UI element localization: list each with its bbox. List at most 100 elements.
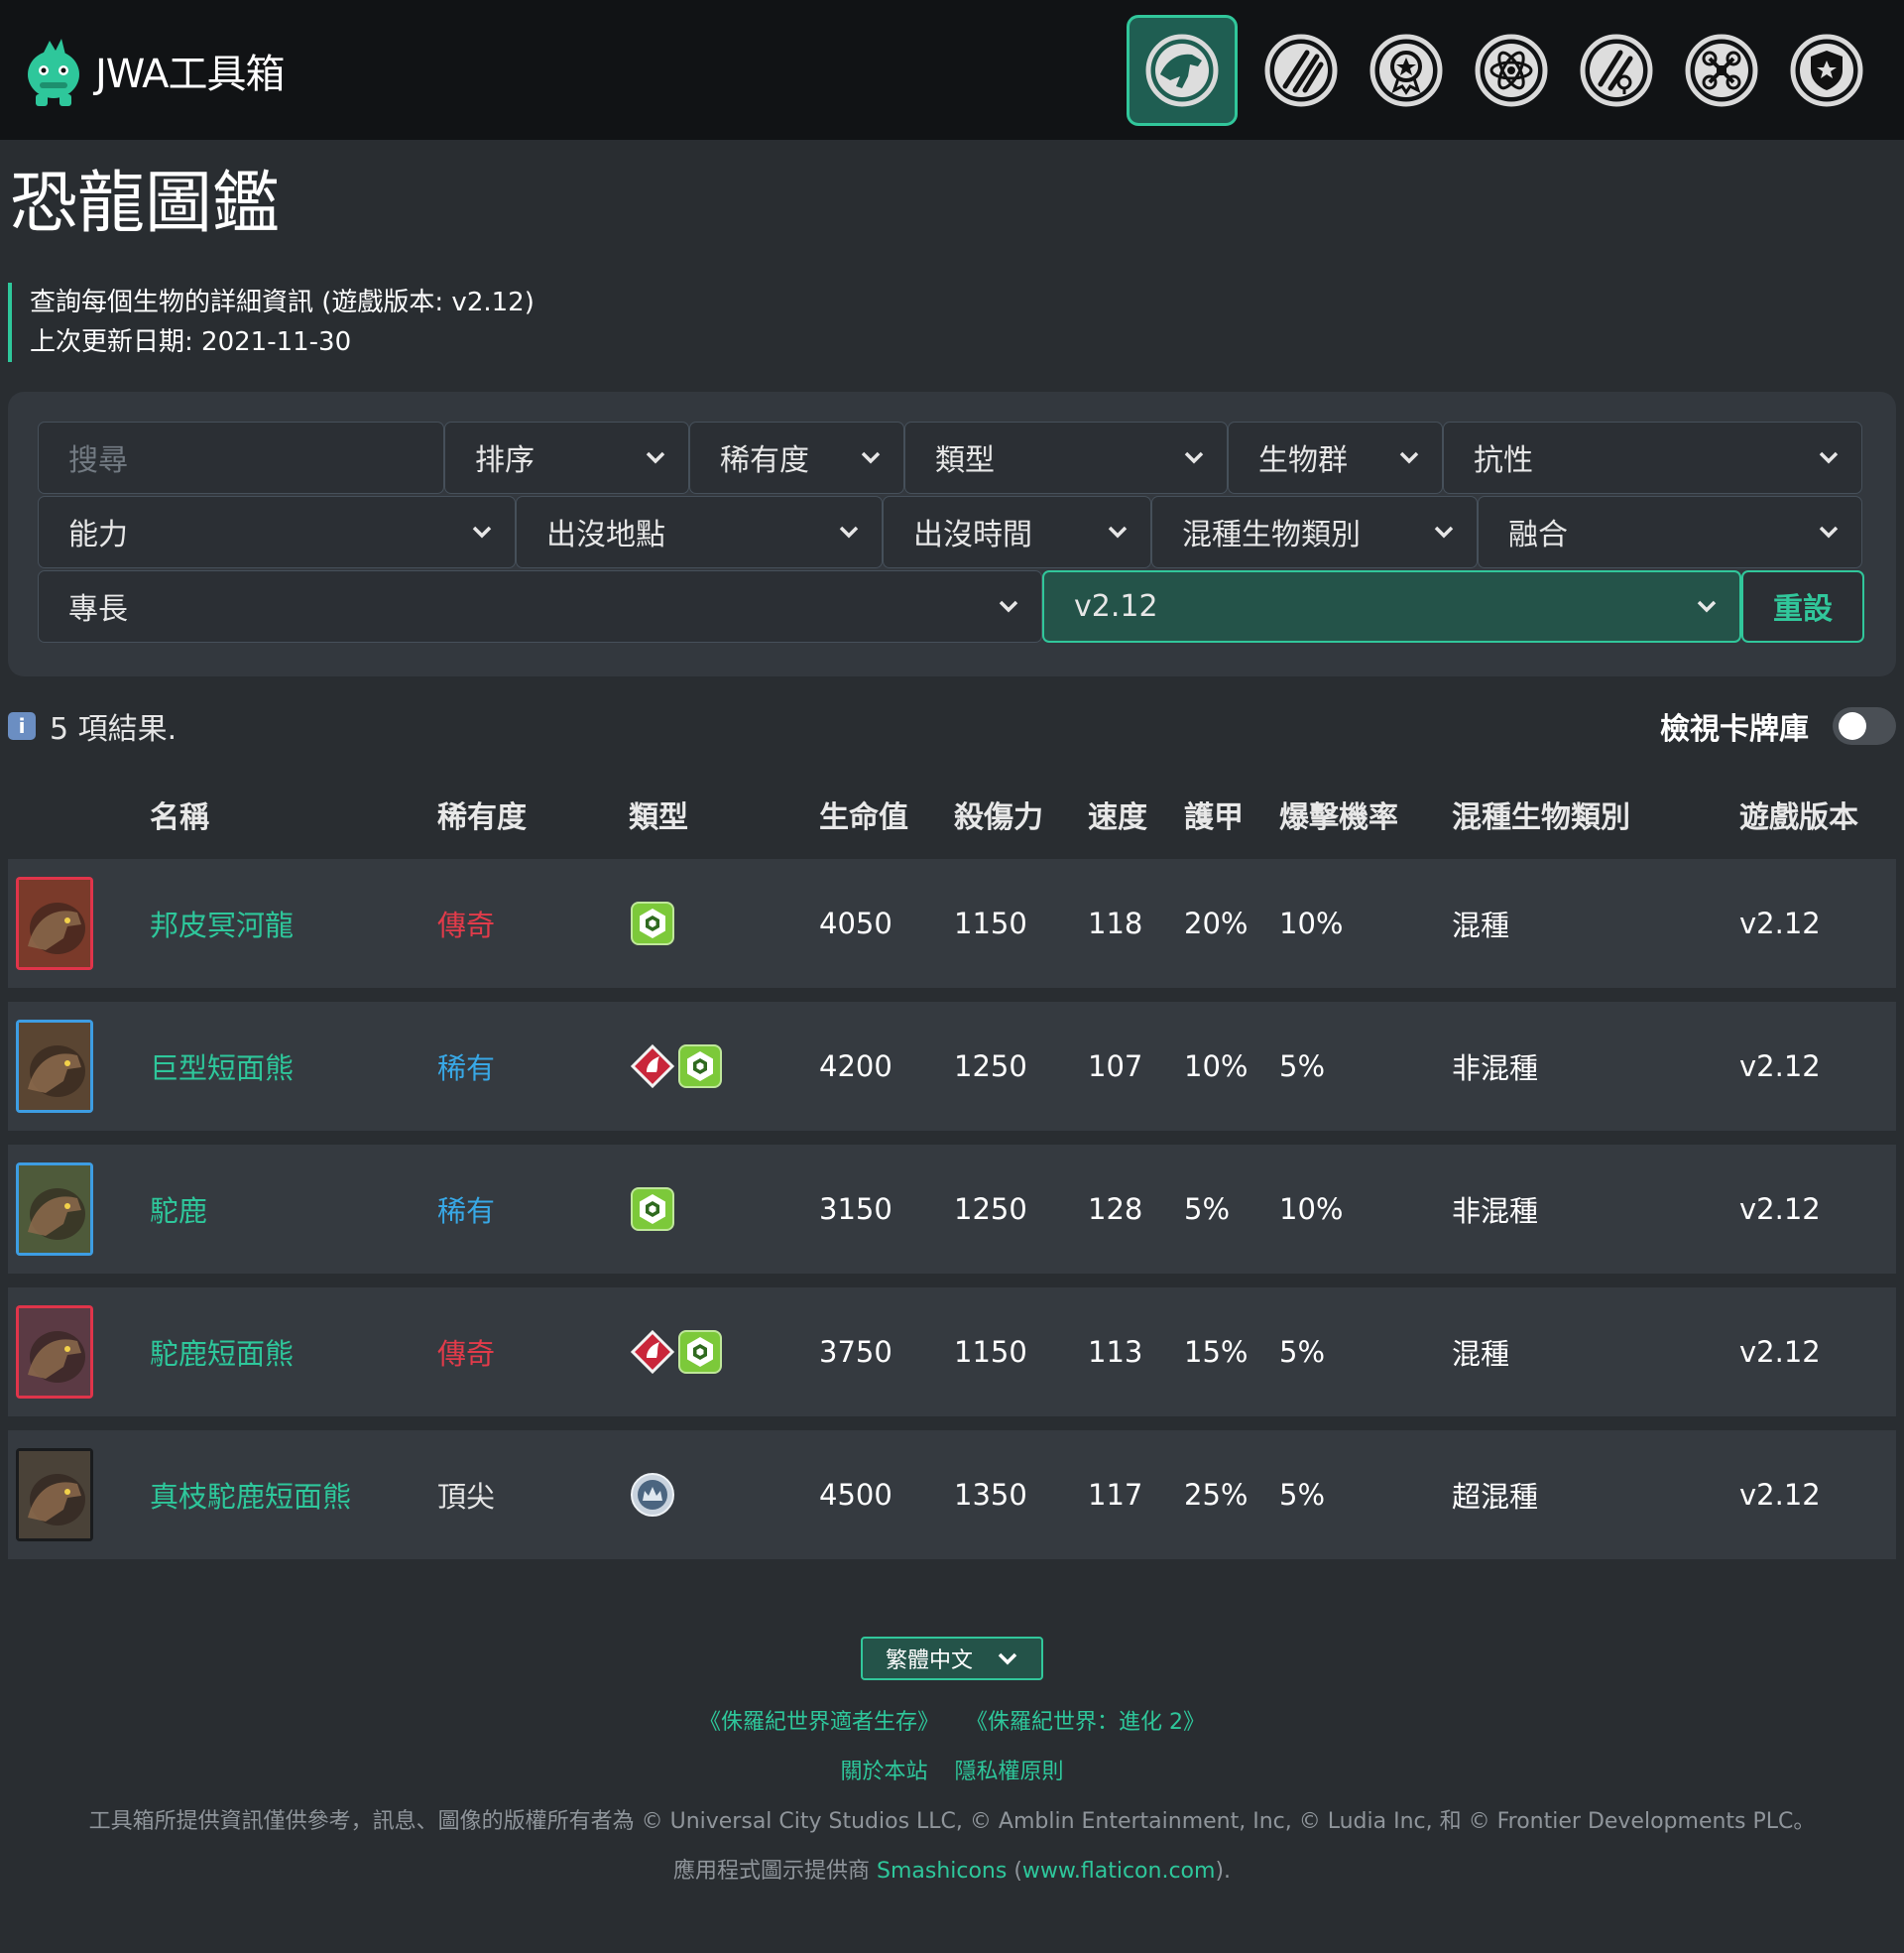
table-row[interactable]: 駝鹿 稀有 3150 1250 128 5% 10% 非混種 v2.12 [8, 1144, 1896, 1274]
chevron-down-icon [998, 1652, 1017, 1665]
atom-icon [1475, 34, 1548, 106]
card-view-control: 檢視卡牌庫 [1660, 704, 1896, 748]
table-row[interactable]: 真枝駝鹿短面熊 頂尖 4500 1350 117 25% 5% 超混種 v2.1… [8, 1429, 1896, 1559]
header-rarity[interactable]: 稀有度 [437, 784, 629, 845]
reset-button[interactable]: 重設 [1741, 569, 1864, 643]
hybrid-type-select[interactable]: 混種生物類別 [1151, 495, 1478, 568]
dino-hp: 3150 [819, 1144, 954, 1274]
dino-hp: 4050 [819, 858, 954, 988]
nav-abilities[interactable] [1253, 23, 1349, 118]
dino-thumbnail[interactable] [16, 1304, 93, 1399]
sort-select[interactable]: 排序 [444, 421, 689, 494]
type-icons [629, 1185, 819, 1233]
dino-type [629, 1001, 819, 1131]
link-jw-alive[interactable]: 《侏羅紀世界適者生存》 [699, 1710, 939, 1735]
dino-damage: 1350 [954, 1429, 1088, 1559]
card-view-toggle[interactable] [1833, 706, 1896, 745]
type-label: 類型 [935, 443, 995, 479]
group-label: 生物群 [1258, 443, 1348, 479]
resilient-type-icon [631, 901, 674, 945]
dino-hybrid-type: 混種 [1452, 1286, 1739, 1416]
dino-mascot-icon [28, 38, 79, 106]
header-name[interactable]: 名稱 [150, 784, 437, 845]
chevron-down-icon [839, 526, 859, 539]
dino-thumbnail[interactable] [16, 876, 93, 970]
table-row[interactable]: 巨型短面熊 稀有 4200 1250 107 10% 5% 非混種 v2.12 [8, 1001, 1896, 1131]
table-row[interactable]: 駝鹿短面熊 傳奇 3750 1150 113 15% 5% 混種 v2.12 [8, 1286, 1896, 1416]
dino-thumb-cell [8, 858, 150, 988]
dino-table: 名稱 稀有度 類型 生命值 殺傷力 速度 護甲 爆擊機率 混種生物類別 遊戲版本 [8, 770, 1896, 1573]
dino-armor: 5% [1184, 1144, 1279, 1274]
dino-portrait-icon [16, 1304, 93, 1399]
rarity-select[interactable]: 稀有度 [689, 421, 904, 494]
header-type[interactable]: 類型 [629, 784, 819, 845]
dino-name[interactable]: 駝鹿短面熊 [150, 1286, 437, 1416]
chevron-down-icon [999, 600, 1018, 613]
nav-dinosaurs[interactable] [1127, 14, 1238, 126]
dino-thumbnail[interactable] [16, 1161, 93, 1256]
resistance-select[interactable]: 抗性 [1443, 421, 1862, 494]
apex-type-icon [631, 1472, 674, 1517]
search-input[interactable]: 搜尋 [38, 421, 444, 494]
version-select[interactable]: v2.12 [1042, 569, 1741, 643]
dino-thumbnail[interactable] [16, 1447, 93, 1541]
dino-name[interactable]: 邦皮冥河龍 [150, 858, 437, 988]
group-select[interactable]: 生物群 [1228, 421, 1443, 494]
version-label: v2.12 [1074, 588, 1158, 624]
table-row[interactable]: 邦皮冥河龍 傳奇 4050 1150 118 20% 10% 混種 v2.12 [8, 858, 1896, 988]
hybrid-type-label: 混種生物類別 [1182, 518, 1361, 553]
credit-paren-open: ( [1007, 1858, 1022, 1884]
header-speed[interactable]: 速度 [1088, 784, 1184, 845]
link-jw-evolution[interactable]: 《侏羅紀世界：進化 2》 [966, 1710, 1205, 1735]
dino-version: v2.12 [1739, 858, 1896, 988]
nav-ranking[interactable] [1359, 23, 1454, 118]
brand[interactable]: JWA工具箱 [22, 31, 286, 110]
result-count: i 5 項結果. [8, 704, 177, 748]
nav-drone[interactable] [1674, 23, 1769, 118]
credit-author-link[interactable]: Smashicons [877, 1859, 1007, 1884]
time-select[interactable]: 出沒時間 [883, 495, 1151, 568]
dino-icon [1145, 34, 1219, 106]
dino-name[interactable]: 真枝駝鹿短面熊 [150, 1429, 437, 1559]
credit-site-link[interactable]: www.flaticon.com [1022, 1859, 1216, 1884]
language-label: 繁體中文 [885, 1648, 973, 1673]
chevron-down-icon [1399, 451, 1419, 464]
fusion-select[interactable]: 融合 [1478, 495, 1862, 568]
dino-armor: 25% [1184, 1429, 1279, 1559]
dino-hp: 4500 [819, 1429, 954, 1559]
link-about[interactable]: 關於本站 [840, 1760, 927, 1784]
search-placeholder: 搜尋 [68, 443, 128, 479]
nav-science[interactable] [1464, 23, 1559, 118]
dino-thumb-cell [8, 1286, 150, 1416]
link-privacy[interactable]: 隱私權原則 [955, 1760, 1064, 1784]
dino-speed: 113 [1088, 1286, 1184, 1416]
top-bar: JWA工具箱 [0, 0, 1904, 140]
nav-team[interactable] [1779, 23, 1874, 118]
dino-name[interactable]: 巨型短面熊 [150, 1001, 437, 1131]
nav-hunt[interactable] [1569, 23, 1664, 118]
dino-crit: 5% [1279, 1001, 1452, 1131]
header-hybrid[interactable]: 混種生物類別 [1452, 784, 1739, 845]
dino-rarity: 傳奇 [437, 858, 629, 988]
header-damage[interactable]: 殺傷力 [954, 784, 1088, 845]
dino-rarity: 稀有 [437, 1144, 629, 1274]
header-version[interactable]: 遊戲版本 [1739, 784, 1896, 845]
type-select[interactable]: 類型 [904, 421, 1228, 494]
location-select[interactable]: 出沒地點 [516, 495, 883, 568]
dino-portrait-icon [16, 1447, 93, 1541]
dino-armor: 15% [1184, 1286, 1279, 1416]
dino-hybrid-type: 非混種 [1452, 1144, 1739, 1274]
last-updated: 上次更新日期: 2021-11-30 [30, 326, 352, 357]
dino-name[interactable]: 駝鹿 [150, 1144, 437, 1274]
chevron-down-icon [646, 451, 665, 464]
chevron-down-icon [1108, 526, 1128, 539]
dino-thumbnail[interactable] [16, 1019, 93, 1113]
specialty-select[interactable]: 專長 [38, 569, 1042, 643]
header-crit[interactable]: 爆擊機率 [1279, 784, 1452, 845]
language-select[interactable]: 繁體中文 [861, 1636, 1043, 1680]
header-hp[interactable]: 生命值 [819, 784, 954, 845]
dino-version: v2.12 [1739, 1001, 1896, 1131]
dino-thumb-cell [8, 1144, 150, 1274]
header-armor[interactable]: 護甲 [1184, 784, 1279, 845]
ability-select[interactable]: 能力 [38, 495, 516, 568]
